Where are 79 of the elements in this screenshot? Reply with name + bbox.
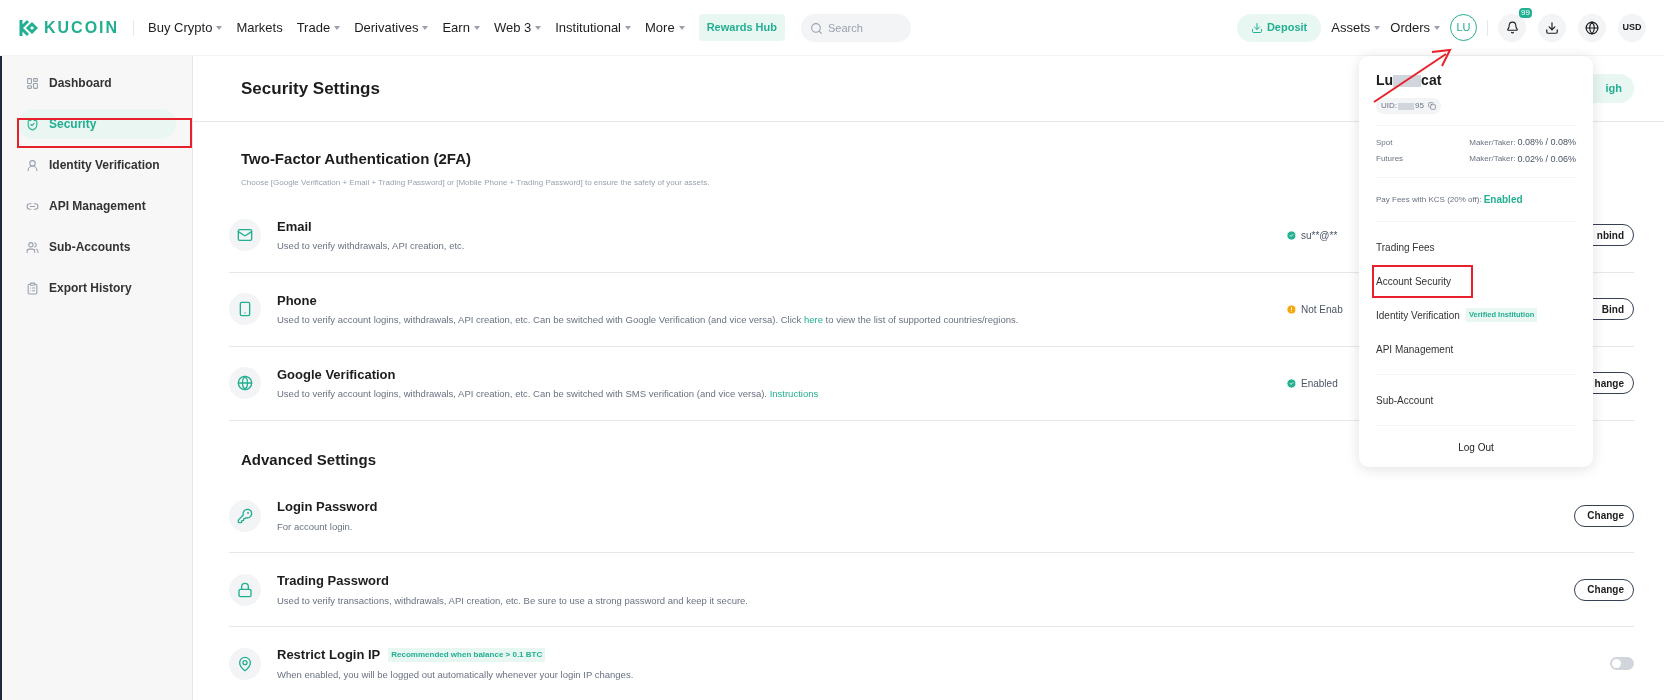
setting-description: For account login. [277,519,354,534]
nav-link[interactable]: Derivatives [354,17,429,38]
setting-description: Used to verify withdrawals, API creation, etc. [277,239,465,254]
sidebar-item[interactable]: Sub-Accounts [18,232,176,262]
account-name: Lu [1376,71,1394,90]
fee-label: Maker/Taker: [1469,153,1516,166]
log-out-link[interactable]: Log Out [1458,440,1494,455]
market-label: Spot [1376,136,1393,149]
setting-description: Used to verify account logins, withdrawals, API creation, etc. Can be switched with SMS verification (and vice versa). Instructions [277,387,819,402]
sidebar-item[interactable]: Identity Verification [18,150,176,180]
menu-item[interactable]: Identity Verification [1376,307,1460,323]
section-title: Two-Factor Authentication (2FA) [241,149,471,169]
download-button[interactable] [1538,13,1566,42]
brand-logo-text: KUCOIN [44,17,120,38]
nav-link[interactable]: Orders [1390,17,1440,38]
currency-button[interactable]: USD [1618,13,1646,42]
nav-link[interactable]: Institutional [555,17,631,38]
sidebar-icon [26,240,39,254]
menu-item[interactable]: Account Security [1372,264,1474,298]
fee-value: 0.08% / 0.08% [1517,136,1576,149]
page-title: Security Settings [241,77,380,100]
sidebar-icon [26,158,39,172]
kcs-status: Enabled [1483,193,1523,207]
sidebar-item[interactable]: Dashboard [18,68,176,98]
language-button[interactable] [1578,13,1606,42]
setting-description: When enabled, you will be logged out automatically whenever your login IP changes. [277,667,634,682]
notifications-button[interactable] [1498,13,1526,42]
menu-item[interactable]: Trading Fees [1376,239,1435,255]
sidebar-item[interactable]: Export History [18,273,176,303]
setting-title: Google Verification [277,365,396,384]
menu-item[interactable]: Sub-Account [1376,392,1434,408]
download-icon [1545,20,1559,35]
phone-icon [229,293,261,325]
pin-icon [229,647,261,680]
market-label: Futures [1376,153,1404,166]
search-icon [809,21,823,35]
section-subtitle: Choose [Google Verification + Email + Trading Password] or [Mobile Phone + Trading Password] to ensure the safety of your assets. [240,176,711,189]
nav-link[interactable]: Earn [442,17,480,38]
logo-icon [18,17,38,38]
setting-title: Trading Password [277,572,389,591]
setting-description: Used to verify transactions, withdrawals, API creation, etc. Be sure to use a strong password and keep it secure. [277,593,748,608]
account-name: cat [1421,71,1442,90]
fee-label: Maker/Taker: [1469,136,1516,149]
uid-value: 95 [1415,100,1424,112]
sidebar-icon [26,281,39,295]
key-icon [229,499,261,532]
status-text: Enabled [1301,376,1338,391]
mail-icon [229,219,261,251]
nav-link[interactable]: Web 3 [493,17,542,38]
nav-link[interactable]: Markets [236,17,283,38]
sidebar-item[interactable]: API Management [18,191,176,221]
lock-icon [229,573,261,606]
setting-title: Login Password [277,498,378,517]
kcs-fee-label: Pay Fees with KCS (20% off): [1376,193,1482,206]
status-text: Not Enab [1301,302,1343,317]
search-field[interactable]: Search [800,13,911,42]
sidebar-icon [26,117,39,131]
fee-value: 0.02% / 0.06% [1517,152,1576,166]
uid-label: UID: [1381,100,1397,112]
section-title: Advanced Settings [241,449,377,470]
setting-title: Phone [277,291,317,310]
nav-link[interactable]: Trade [296,17,341,38]
status-text: su**@** [1301,228,1338,243]
recommendation-tag: Recommended when balance > 0.1 BTC [388,647,546,662]
deposit-icon [1250,21,1263,34]
nav-link[interactable]: More [645,17,685,38]
setting-description: Used to verify account logins, withdrawals, API creation, etc. Can be switched with Google Verification (and vice versa). Click here to view the list of supported countries/regions. [277,313,1019,328]
menu-item[interactable]: API Management [1376,341,1454,357]
setting-title: Restrict Login IP [277,646,381,665]
toggle-switch[interactable] [1610,657,1634,670]
sidebar-icon [26,76,39,90]
blurred-text [1398,102,1414,110]
copy-icon [1427,102,1436,110]
nav-link[interactable]: Assets [1331,17,1381,38]
nav-link[interactable]: Buy Crypto [148,17,223,38]
globe-icon [1585,20,1599,35]
setting-title: Email [277,217,312,236]
notification-badge: 99 [1519,7,1532,18]
bell-icon [1505,21,1519,34]
